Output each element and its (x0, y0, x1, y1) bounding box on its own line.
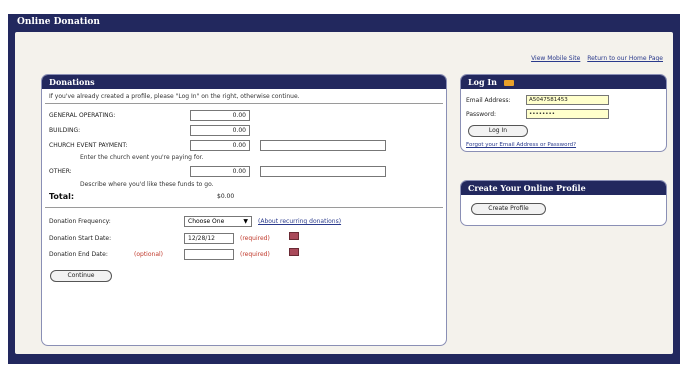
building-input[interactable]: 0.00 (190, 125, 250, 136)
start-date-input[interactable]: 12/28/12 (184, 233, 234, 244)
continue-button[interactable]: Continue (50, 270, 112, 282)
divider (45, 103, 443, 104)
login-panel: Log In Email Address: A5047581453 Passwo… (460, 74, 667, 152)
content-area: View Mobile Site Return to our Home Page… (15, 32, 673, 354)
email-label: Email Address: (466, 97, 511, 104)
donations-panel: Donations If you've already created a pr… (41, 74, 447, 346)
frequency-select[interactable]: Choose One ▼ (184, 216, 252, 227)
app-window: Online Donation View Mobile Site Return … (8, 14, 680, 364)
top-links: View Mobile Site Return to our Home Page (526, 55, 663, 62)
calendar-icon[interactable] (289, 248, 299, 256)
general-operating-label: GENERAL OPERATING: (49, 112, 116, 119)
login-title: Log In (468, 77, 497, 87)
other-label: OTHER: (49, 168, 72, 175)
email-field[interactable]: A5047581453 (526, 95, 609, 105)
chevron-down-icon: ▼ (243, 218, 248, 225)
end-date-required: (required) (240, 251, 270, 258)
church-event-hint: Enter the church event you're paying for… (80, 154, 204, 161)
other-input[interactable]: 0.00 (190, 166, 250, 177)
divider (45, 207, 443, 208)
password-field[interactable]: •••••••• (526, 109, 609, 119)
church-event-description-input[interactable] (260, 140, 386, 151)
lock-icon (503, 80, 514, 86)
general-operating-input[interactable]: 0.00 (190, 110, 250, 121)
create-profile-panel: Create Your Online Profile Create Profil… (460, 180, 667, 226)
other-description-input[interactable] (260, 166, 386, 177)
create-profile-header: Create Your Online Profile (461, 181, 666, 195)
end-date-optional: (optional) (134, 251, 163, 258)
total-label: Total: (49, 192, 75, 201)
church-event-input[interactable]: 0.00 (190, 140, 250, 151)
donations-header: Donations (42, 75, 446, 89)
frequency-selected-value: Choose One (188, 218, 225, 225)
start-date-required: (required) (240, 235, 270, 242)
mobile-site-link[interactable]: View Mobile Site (531, 55, 580, 62)
recurring-donations-link[interactable]: (About recurring donations) (258, 218, 341, 225)
create-profile-button[interactable]: Create Profile (471, 203, 546, 215)
donations-intro: If you've already created a profile, ple… (49, 93, 300, 100)
building-label: BUILDING: (49, 127, 81, 134)
home-page-link[interactable]: Return to our Home Page (587, 55, 663, 62)
calendar-icon[interactable] (289, 232, 299, 240)
start-date-label: Donation Start Date: (49, 235, 112, 242)
login-header: Log In (461, 75, 666, 89)
forgot-credentials-link[interactable]: Forgot your Email Address or Password? (466, 142, 576, 148)
login-button[interactable]: Log In (468, 125, 528, 137)
window-title: Online Donation (17, 17, 100, 27)
other-hint: Describe where you'd like these funds to… (80, 181, 214, 188)
end-date-label: Donation End Date: (49, 251, 108, 258)
password-label: Password: (466, 111, 497, 118)
total-value: $0.00 (217, 193, 235, 200)
end-date-input[interactable] (184, 249, 234, 260)
church-event-label: CHURCH EVENT PAYMENT: (49, 142, 128, 149)
frequency-label: Donation Frequency: (49, 218, 111, 225)
